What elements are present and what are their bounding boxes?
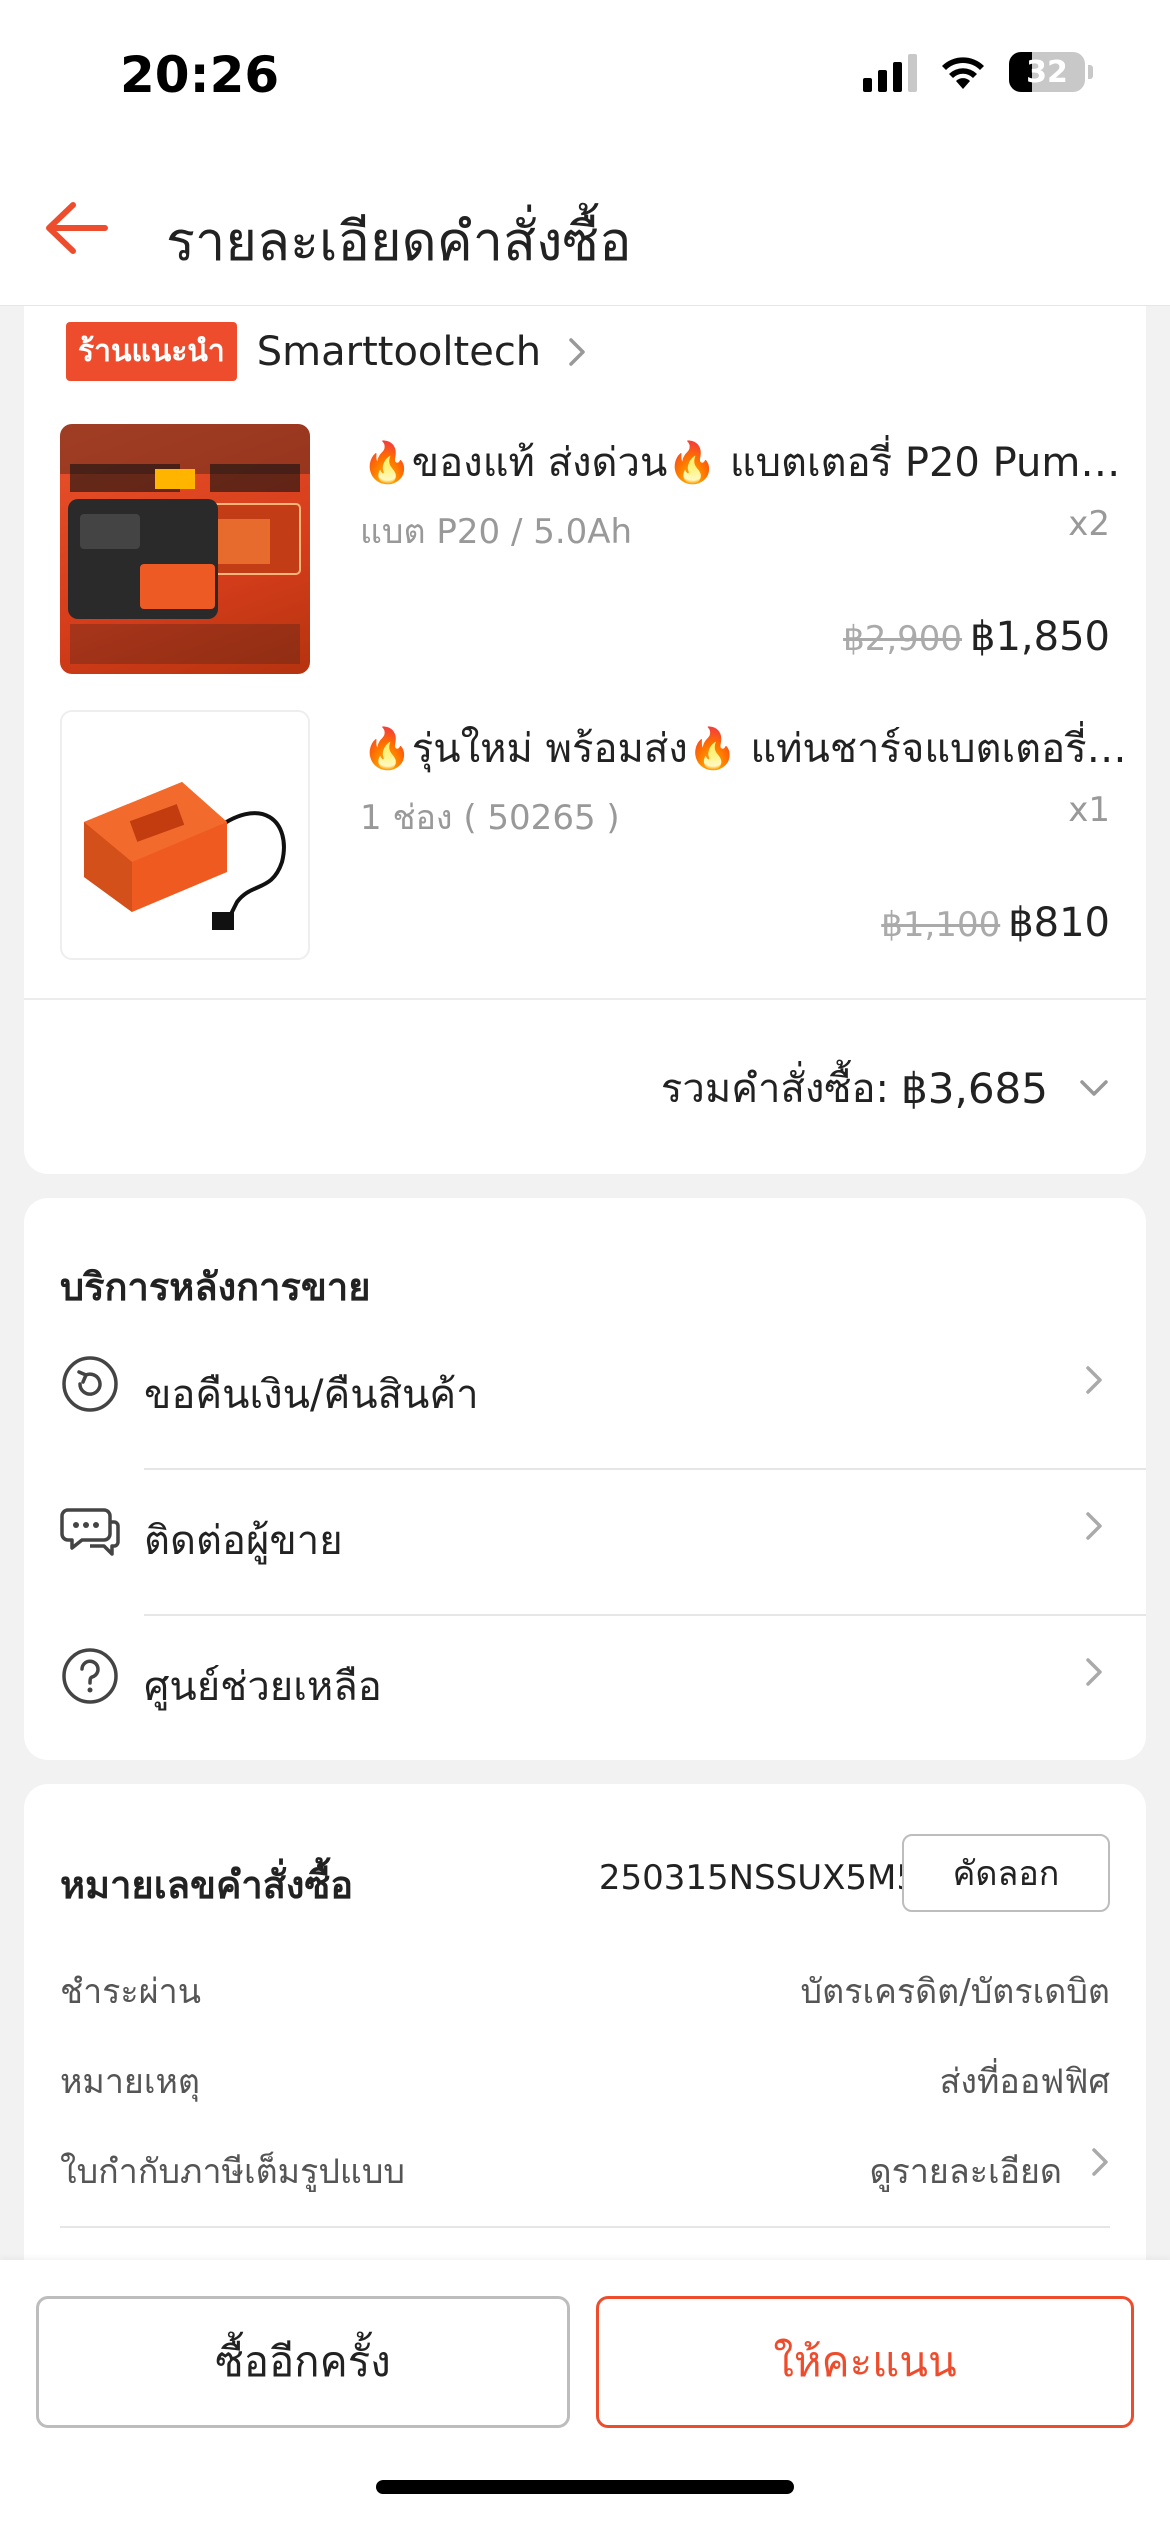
product-title: 🔥ของแท้ ส่งด่วน🔥 แบตเตอรี่ P20 Pumpkin bbox=[362, 440, 1132, 486]
bottom-action-bar: ซื้ออีกครั้ง ให้คะแนน bbox=[0, 2260, 1170, 2532]
help-center-item[interactable]: ศูนย์ช่วยเหลือ bbox=[24, 1616, 1146, 1762]
chevron-right-icon bbox=[1086, 1366, 1102, 1394]
wifi-icon bbox=[942, 57, 984, 89]
chevron-right-icon bbox=[1086, 1512, 1102, 1540]
order-number-title: หมายเลขคำสั่งซื้อ bbox=[60, 1863, 354, 1907]
order-total-label: รวมคำสั่งซื้อ: bbox=[660, 1066, 890, 1112]
after-sales-title: บริการหลังการขาย bbox=[60, 1265, 371, 1309]
product-variant: แบต P20 / 5.0Ah bbox=[360, 512, 633, 552]
rate-button[interactable]: ให้คะแนน bbox=[596, 2296, 1134, 2428]
product-prices: ฿2,900 ฿1,850 bbox=[843, 614, 1110, 660]
chat-icon bbox=[60, 1508, 120, 1556]
product-price: ฿810 bbox=[1008, 900, 1110, 946]
divider bbox=[60, 2226, 1110, 2228]
shop-badge: ร้านแนะนำ bbox=[66, 322, 237, 381]
order-info-card: หมายเลขคำสั่งซื้อ 250315NSSUX5M5 คัดลอก … bbox=[24, 1784, 1146, 2284]
product-title: 🔥รุ่นใหม่ พร้อมส่ง🔥 แท่นชาร์จแบตเตอรี่ P… bbox=[362, 726, 1132, 772]
home-indicator bbox=[376, 2480, 794, 2494]
order-total-value: ฿3,685 bbox=[901, 1063, 1048, 1113]
payment-method-label: ชำระผ่าน bbox=[60, 1972, 201, 2012]
battery-icon: 32 bbox=[1009, 52, 1093, 92]
return-icon bbox=[62, 1356, 118, 1412]
product-item[interactable]: 🔥ของแท้ ส่งด่วน🔥 แบตเตอรี่ P20 Pumpkin แ… bbox=[60, 424, 1132, 674]
product-original-price: ฿2,900 bbox=[843, 619, 963, 659]
product-variant: 1 ช่อง ( 50265 ) bbox=[360, 798, 620, 838]
chevron-right-icon bbox=[569, 337, 585, 366]
buy-again-button[interactable]: ซื้ออีกครั้ง bbox=[36, 2296, 570, 2428]
order-total-row[interactable]: รวมคำสั่งซื้อ: ฿3,685 bbox=[661, 1056, 1110, 1120]
tax-invoice-row[interactable]: ใบกำกับภาษีเต็มรูปแบบ ดูรายละเอียด bbox=[60, 2144, 1110, 2204]
note-value: ส่งที่ออฟฟิศ bbox=[939, 2062, 1110, 2102]
help-icon bbox=[62, 1648, 118, 1704]
product-quantity: x2 bbox=[1068, 504, 1110, 544]
product-item[interactable]: 🔥รุ่นใหม่ พร้อมส่ง🔥 แท่นชาร์จแบตเตอรี่ P… bbox=[60, 710, 1132, 960]
status-bar: 20:26 32 bbox=[0, 0, 1170, 150]
note-row: หมายเหตุ ส่งที่ออฟฟิศ bbox=[60, 2054, 1110, 2114]
product-quantity: x1 bbox=[1068, 790, 1110, 830]
contact-seller-item[interactable]: ติดต่อผู้ขาย bbox=[24, 1470, 1146, 1616]
return-refund-item[interactable]: ขอคืนเงิน/คืนสินค้า bbox=[24, 1324, 1146, 1470]
tax-invoice-label: ใบกำกับภาษีเต็มรูปแบบ bbox=[60, 2152, 405, 2192]
help-center-label: ศูนย์ช่วยเหลือ bbox=[144, 1664, 382, 1710]
product-image-charger bbox=[60, 710, 310, 960]
note-label: หมายเหตุ bbox=[60, 2062, 200, 2102]
product-prices: ฿1,100 ฿810 bbox=[881, 900, 1110, 946]
tax-invoice-link[interactable]: ดูรายละเอียด bbox=[870, 2144, 1063, 2198]
payment-method-value: บัตรเครดิต/บัตรเดบิต bbox=[800, 1972, 1110, 2012]
chevron-right-icon bbox=[1092, 2148, 1108, 2176]
product-image-battery bbox=[60, 424, 310, 674]
header: รายละเอียดคำสั่งซื้อ bbox=[0, 150, 1170, 306]
return-refund-label: ขอคืนเงิน/คืนสินค้า bbox=[144, 1372, 479, 1418]
shop-row[interactable]: ร้านแนะนำ Smarttooltech bbox=[66, 322, 587, 381]
cellular-signal-icon bbox=[863, 52, 917, 92]
divider bbox=[24, 998, 1146, 1000]
shop-name: Smarttooltech bbox=[256, 328, 542, 375]
back-button[interactable] bbox=[38, 190, 114, 266]
order-number: 250315NSSUX5M5 bbox=[598, 1858, 918, 1898]
order-products-card: ร้านแนะนำ Smarttooltech 🔥ของแท้ ส่งด่วน🔥… bbox=[24, 306, 1146, 1174]
product-price: ฿1,850 bbox=[970, 614, 1110, 660]
page-title: รายละเอียดคำสั่งซื้อ bbox=[166, 210, 632, 273]
contact-seller-label: ติดต่อผู้ขาย bbox=[144, 1518, 343, 1564]
arrow-left-icon bbox=[46, 202, 108, 254]
after-sales-card: บริการหลังการขาย ขอคืนเงิน/คืนสินค้า ติด… bbox=[24, 1198, 1146, 1760]
battery-level: 32 bbox=[1026, 54, 1068, 90]
chevron-down-icon bbox=[1080, 1080, 1108, 1096]
product-original-price: ฿1,100 bbox=[881, 905, 1001, 945]
payment-method-row: ชำระผ่าน บัตรเครดิต/บัตรเดบิต bbox=[60, 1964, 1110, 2024]
chevron-right-icon bbox=[1086, 1658, 1102, 1686]
status-time: 20:26 bbox=[120, 46, 280, 104]
status-icons: 32 bbox=[863, 52, 1093, 92]
copy-button[interactable]: คัดลอก bbox=[902, 1834, 1110, 1912]
